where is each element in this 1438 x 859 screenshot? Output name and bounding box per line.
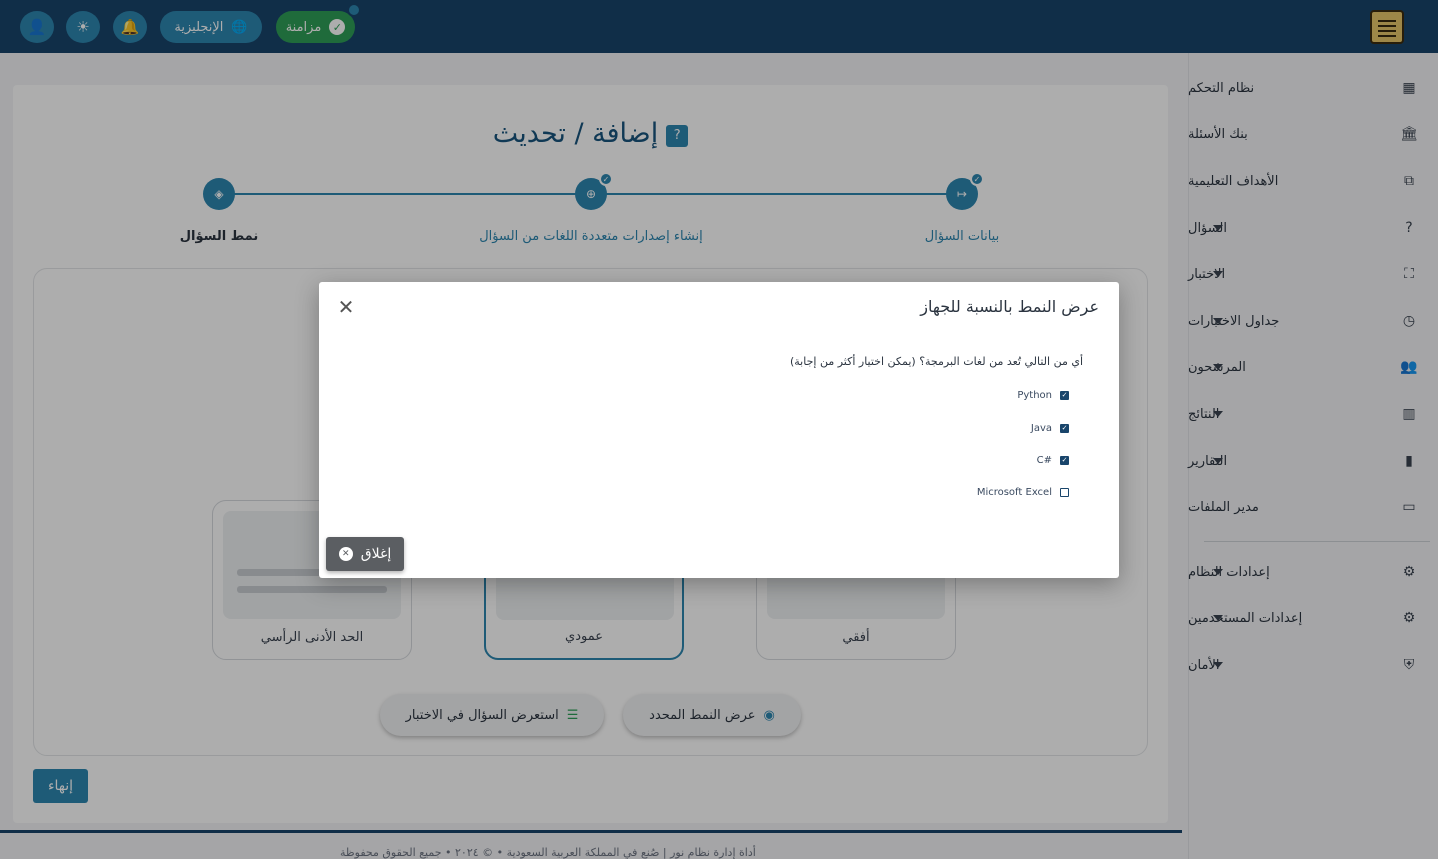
answer-option[interactable]: Microsoft Excel — [977, 485, 1069, 499]
checkbox-checked-icon[interactable]: ✓ — [1060, 423, 1069, 433]
question-text: أي من التالي تُعد من لغات البرمجة؟ (يمكن… — [789, 355, 1083, 368]
option-label: C# — [1036, 454, 1052, 466]
button-label: إغلاق — [360, 546, 392, 562]
checkbox-unchecked-icon[interactable] — [1060, 487, 1069, 497]
checkbox-checked-icon[interactable]: ✓ — [1060, 390, 1069, 400]
close-circle-icon: ✕ — [338, 547, 353, 561]
option-label: Java — [1030, 422, 1052, 434]
answer-option[interactable]: Python ✓ — [1017, 388, 1069, 402]
answer-option[interactable]: C# ✓ — [1037, 453, 1069, 467]
answer-option[interactable]: Java ✓ — [1031, 421, 1069, 435]
close-dialog-button[interactable]: إغلاق ✕ — [326, 537, 404, 571]
option-label: Python — [1017, 389, 1052, 401]
device-preview-dialog: عرض النمط بالنسبة للجهاز ✕ أي من التالي … — [319, 282, 1119, 578]
option-label: Microsoft Excel — [976, 486, 1052, 498]
close-icon[interactable]: ✕ — [337, 297, 355, 317]
checkbox-checked-icon[interactable]: ✓ — [1060, 455, 1069, 465]
dialog-title: عرض النمط بالنسبة للجهاز — [920, 297, 1099, 316]
